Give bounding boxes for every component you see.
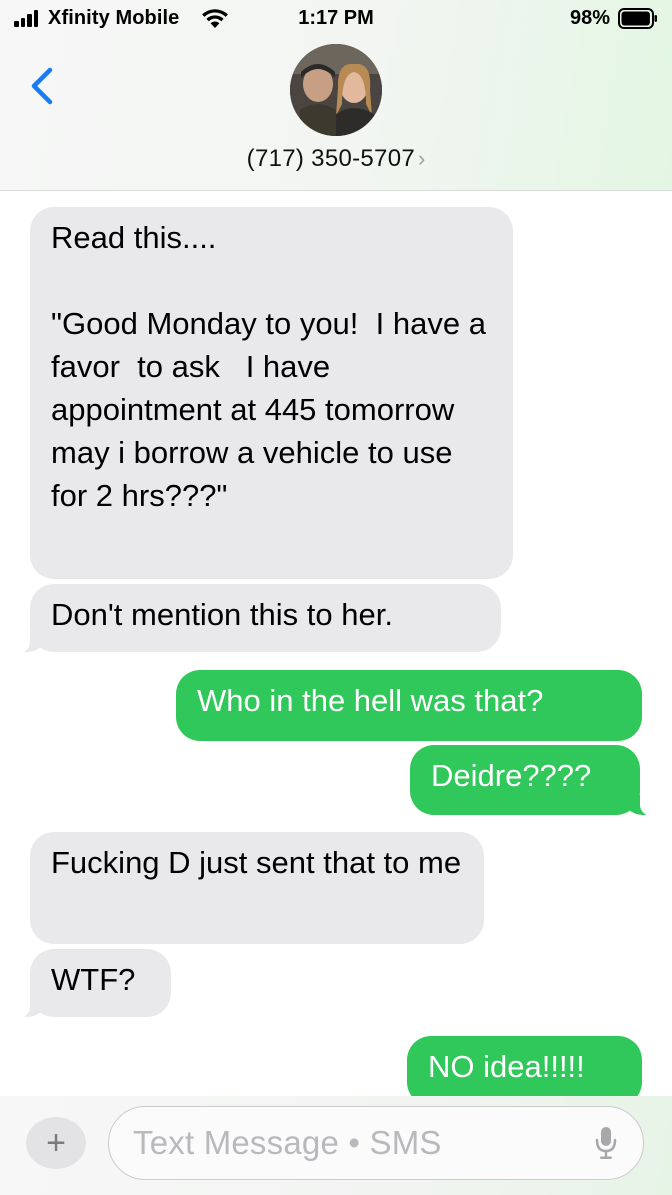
message-bubble-outgoing[interactable]: Who in the hell was that? (176, 670, 642, 741)
message-bubble-outgoing[interactable]: NO idea!!!!! (407, 1036, 642, 1096)
conversation-header: Xfinity Mobile 1:17 PM 98% (717) 350-570… (0, 0, 672, 191)
message-thread[interactable]: Read this.... "Good Monday to you! I hav… (0, 191, 672, 1096)
contact-avatar[interactable] (290, 44, 382, 136)
message-bubble-incoming[interactable]: Read this.... "Good Monday to you! I hav… (30, 207, 513, 579)
back-chevron-icon[interactable] (24, 62, 60, 110)
message-bubble-incoming[interactable]: WTF? (4, 949, 171, 1019)
chevron-right-icon: › (418, 146, 426, 171)
status-bar: Xfinity Mobile 1:17 PM 98% (0, 0, 672, 40)
message-bubble-incoming[interactable]: Fucking D just sent that to me (30, 832, 484, 944)
battery-percent: 98% (569, 7, 610, 29)
battery-icon (618, 8, 657, 29)
microphone-icon[interactable] (593, 1125, 619, 1161)
message-bubble-outgoing[interactable]: Deidre???? (410, 745, 666, 817)
message-input[interactable]: Text Message • SMS (108, 1106, 644, 1180)
contact-info-button[interactable]: (717) 350-5707 › (0, 145, 672, 173)
contact-name: (717) 350-5707 (246, 145, 415, 172)
compose-bar: + Text Message • SMS (0, 1096, 672, 1195)
contact-photo-icon (290, 44, 382, 136)
add-attachment-button[interactable]: + (26, 1117, 86, 1169)
message-input-placeholder: Text Message • SMS (133, 1124, 442, 1161)
message-bubble-incoming[interactable]: Don't mention this to her. (4, 584, 501, 654)
